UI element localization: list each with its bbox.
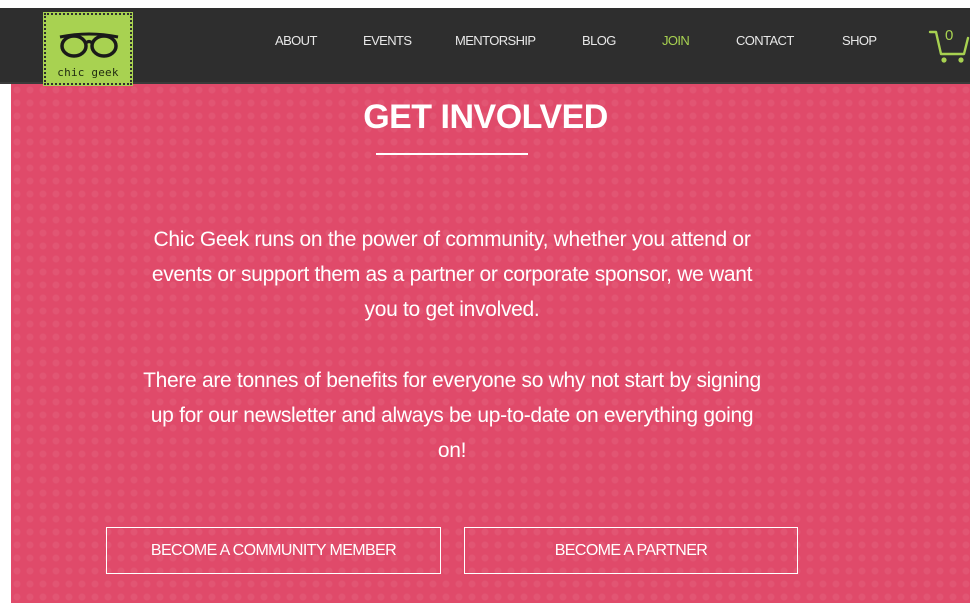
benefits-paragraph: There are tonnes of benefits for everyon… (143, 369, 761, 462)
logo[interactable]: chic geek (43, 12, 133, 86)
become-community-member-button[interactable]: BECOME A COMMUNITY MEMBER (106, 527, 441, 574)
site-header: chic geek ABOUT EVENTS MENTORSHIP BLOG J… (0, 8, 970, 86)
nav-item-shop[interactable]: SHOP (842, 33, 877, 48)
main-nav: ABOUT EVENTS MENTORSHIP BLOG JOIN CONTAC… (0, 8, 970, 84)
cart-count: 0 (945, 27, 954, 44)
nav-item-contact[interactable]: CONTACT (736, 33, 794, 48)
logo-text: chic geek (57, 66, 119, 79)
nav-item-events[interactable]: EVENTS (363, 33, 412, 48)
get-involved-section: GET INVOLVED Chic Geek runs on the power… (11, 84, 970, 603)
title-divider (376, 153, 528, 155)
nav-item-mentorship[interactable]: MENTORSHIP (455, 33, 536, 48)
nav-item-blog[interactable]: BLOG (582, 33, 616, 48)
cart-button[interactable]: 0 (928, 26, 970, 66)
become-partner-button[interactable]: BECOME A PARTNER (464, 527, 798, 574)
page-title: GET INVOLVED (363, 98, 608, 136)
nav-item-join[interactable]: JOIN (662, 33, 690, 48)
intro-paragraph: Chic Geek runs on the power of community… (151, 228, 753, 321)
glasses-icon (59, 32, 119, 58)
nav-item-about[interactable]: ABOUT (275, 33, 317, 48)
